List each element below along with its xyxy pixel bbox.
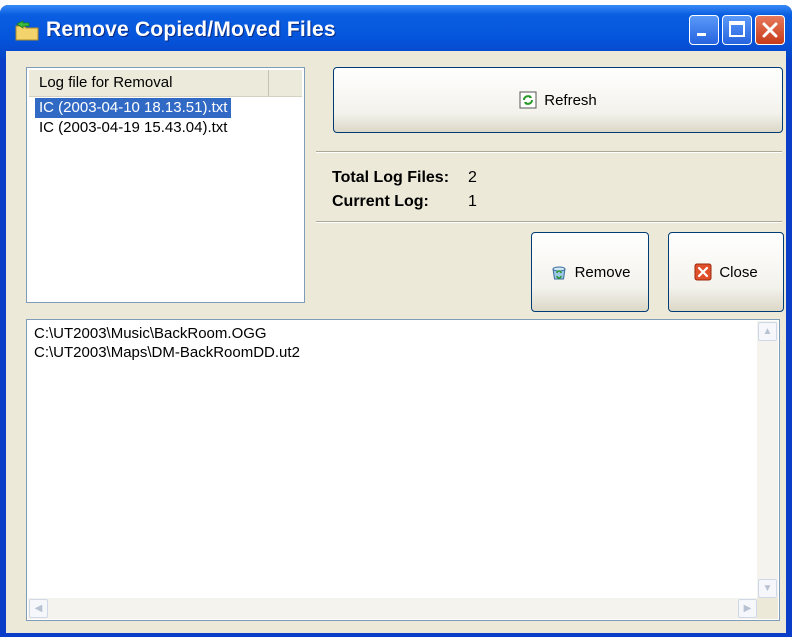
list-header: Log file for Removal (29, 70, 302, 97)
separator-top (316, 151, 782, 153)
close-button-label: Close (719, 263, 758, 281)
log-file-list[interactable]: Log file for Removal IC (2003-04-10 18.1… (26, 67, 305, 303)
separator-bottom (316, 221, 782, 223)
maximize-icon (729, 21, 745, 37)
file-path-line: C:\UT2003\Music\BackRoom.OGG (34, 325, 267, 342)
recycle-icon (551, 266, 566, 280)
current-log-label: Current Log: (332, 193, 429, 210)
scroll-down-icon[interactable]: ▼ (758, 579, 777, 598)
refresh-button[interactable]: Refresh (333, 67, 783, 133)
total-log-files-label: Total Log Files: (332, 169, 450, 186)
minimize-button[interactable] (689, 15, 719, 45)
refresh-icon (519, 91, 537, 109)
column-header-log-file[interactable]: Log file for Removal (29, 70, 269, 96)
close-window-button[interactable] (755, 15, 785, 45)
window-title: Remove Copied/Moved Files (46, 18, 336, 41)
maximize-button[interactable] (722, 15, 752, 45)
remove-button-label: Remove (574, 263, 631, 281)
close-button[interactable]: Close (668, 232, 784, 312)
total-log-files-value: 2 (468, 169, 477, 186)
scroll-up-icon[interactable]: ▲ (758, 322, 777, 341)
close-x-icon (694, 263, 712, 281)
dialog-body: Log file for Removal IC (2003-04-10 18.1… (6, 51, 786, 633)
list-item[interactable]: IC (2003-04-19 15.43.04).txt (35, 118, 231, 138)
file-paths-textbox[interactable]: C:\UT2003\Music\BackRoom.OGG C:\UT2003\M… (26, 319, 780, 621)
minimize-icon (697, 33, 706, 36)
scroll-right-icon[interactable]: ▶ (738, 599, 757, 618)
scroll-corner (757, 598, 778, 619)
horizontal-scrollbar[interactable]: ◀ ▶ (28, 598, 758, 619)
folder-arrow-icon (15, 20, 39, 41)
file-path-line: C:\UT2003\Maps\DM-BackRoomDD.ut2 (34, 344, 300, 361)
close-icon (762, 22, 778, 38)
list-item[interactable]: IC (2003-04-10 18.13.51).txt (35, 98, 232, 118)
current-log-value: 1 (468, 193, 477, 210)
scroll-left-icon[interactable]: ◀ (29, 599, 48, 618)
vertical-scrollbar[interactable]: ▲ ▼ (757, 321, 778, 599)
app-window: Remove Copied/Moved Files Log file for R… (0, 5, 792, 637)
refresh-button-label: Refresh (544, 91, 597, 109)
remove-button[interactable]: Remove (531, 232, 649, 312)
